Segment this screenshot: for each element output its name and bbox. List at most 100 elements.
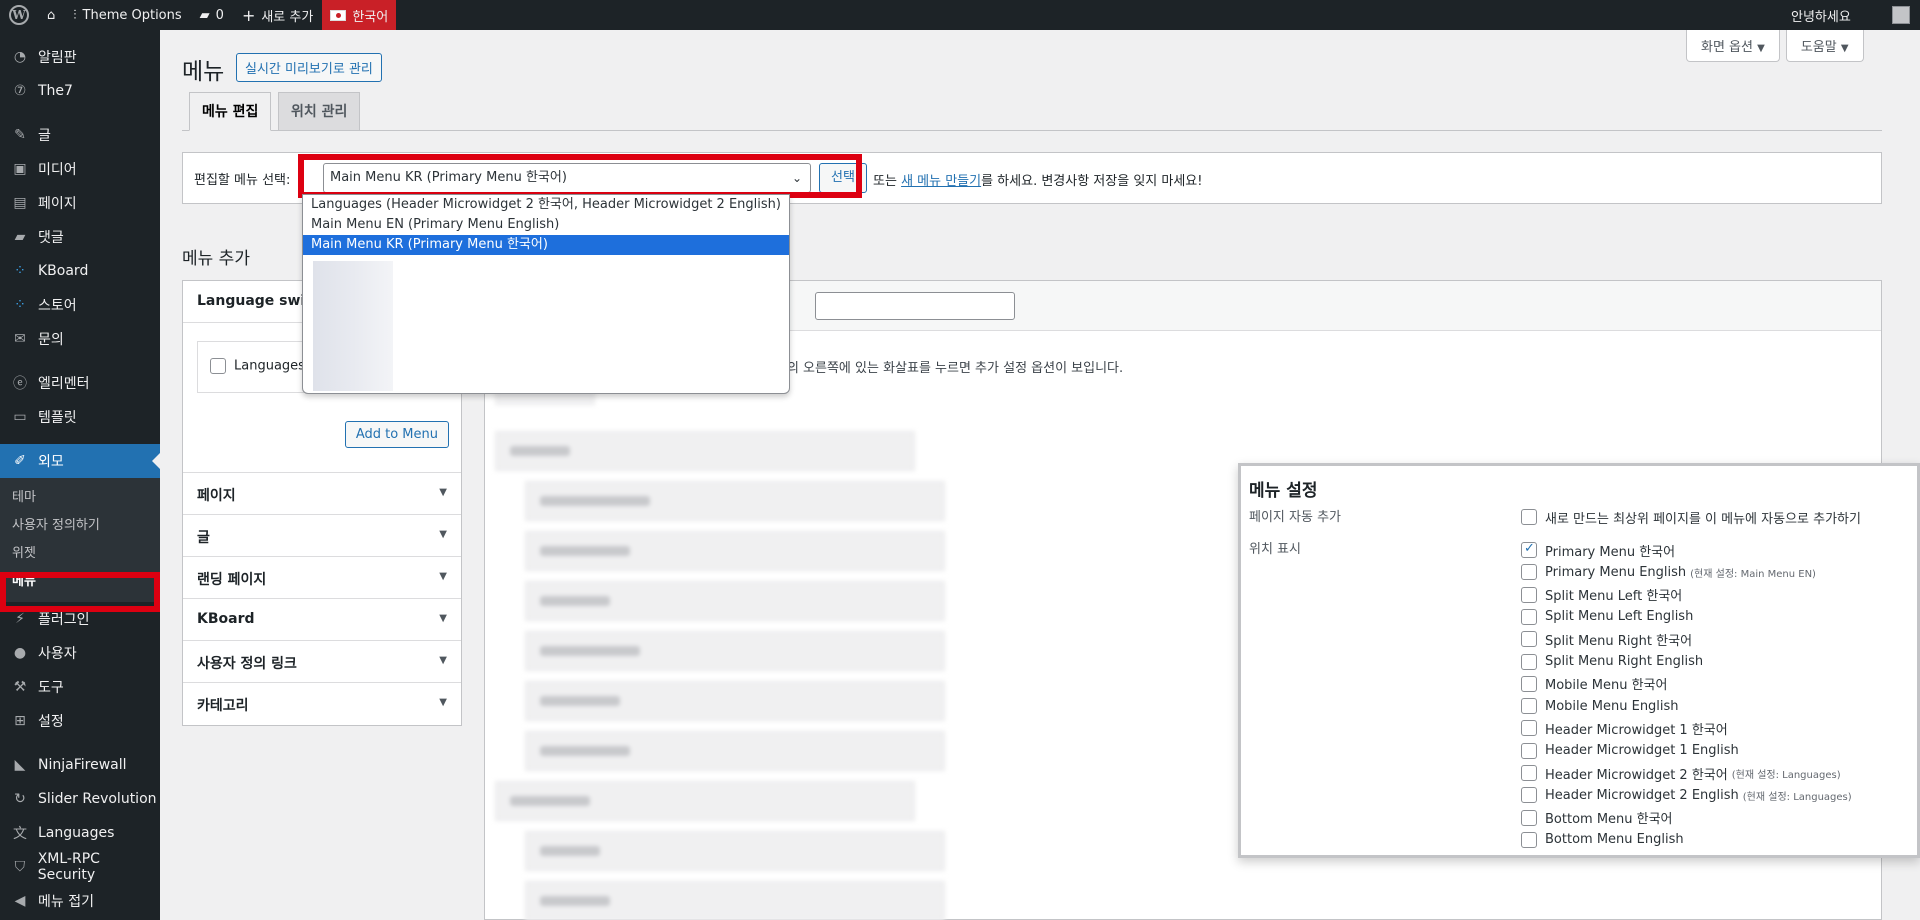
location-option[interactable]: Header Microwidget 2 한국어 (현재 설정: Language… <box>1521 762 1841 784</box>
checkbox[interactable] <box>1521 675 1537 692</box>
tab-manage-locations[interactable]: 위치 관리 <box>278 92 361 131</box>
dropdown-option-main-menu-kr[interactable]: Main Menu KR (Primary Menu 한국어) <box>303 235 789 255</box>
sidebar-item-tools[interactable]: ⚒ 도구 <box>0 670 160 704</box>
greeting-text[interactable]: 안녕하세요 <box>1791 6 1851 25</box>
menu-item-row[interactable] <box>525 731 945 771</box>
menu-item-row[interactable] <box>525 881 945 920</box>
sidebar-item-comments[interactable]: ▰ 댓글 <box>0 220 160 254</box>
screen-options-button[interactable]: 화면 옵션 ▼ <box>1686 30 1780 62</box>
menu-item-row[interactable] <box>495 781 915 821</box>
live-preview-button[interactable]: 실시간 미리보기로 관리 <box>236 53 382 82</box>
submenu-themes[interactable]: 테마 <box>0 484 160 512</box>
home-button[interactable]: ⌂ <box>38 0 64 30</box>
location-option[interactable]: Mobile Menu 한국어 <box>1521 673 1667 695</box>
menu-select[interactable]: Main Menu KR (Primary Menu 한국어) ⌄ <box>323 163 811 193</box>
sidebar-item-plugins[interactable]: ⚡ 플러그인 <box>0 602 160 636</box>
location-option[interactable]: Bottom Menu English <box>1521 829 1684 851</box>
language-switcher[interactable]: 한국어 <box>322 0 397 30</box>
accordion-categories[interactable]: 카테고리 ▼ <box>183 683 461 725</box>
checkbox[interactable] <box>1521 809 1537 826</box>
sidebar-item-media[interactable]: ▣ 미디어 <box>0 152 160 186</box>
location-option[interactable]: Primary Menu 한국어 <box>1521 539 1675 561</box>
checkbox-checked[interactable] <box>1521 541 1537 558</box>
menu-item-row[interactable] <box>525 681 945 721</box>
accordion-kboard[interactable]: KBoard ▼ <box>183 599 461 641</box>
accordion-pages[interactable]: 페이지 ▼ <box>183 473 461 515</box>
location-option[interactable]: Split Menu Left 한국어 <box>1521 584 1682 606</box>
sidebar-item-store[interactable]: ⁘ 스토어 <box>0 288 160 322</box>
caret-down-icon: ▼ <box>439 529 447 540</box>
elementor-icon: ⓔ <box>13 376 27 392</box>
sidebar-item-posts[interactable]: ✎ 글 <box>0 118 160 152</box>
sidebar-item-slider-revolution[interactable]: ↻ Slider Revolution <box>0 782 160 816</box>
new-content-link[interactable]: + 새로 추가 <box>233 0 322 30</box>
accordion-custom-links[interactable]: 사용자 정의 링크 ▼ <box>183 641 461 683</box>
help-button[interactable]: 도움말 ▼ <box>1785 30 1864 62</box>
location-option[interactable]: Primary Menu English (현재 설정: Main Menu EN… <box>1521 561 1816 583</box>
checkbox[interactable] <box>1521 787 1537 804</box>
comments-link[interactable]: ▰ 0 <box>191 0 233 30</box>
caret-down-icon: ▼ <box>439 697 447 708</box>
comment-icon: ▰ <box>14 229 26 245</box>
checkbox[interactable] <box>1521 720 1537 737</box>
dropdown-option-languages[interactable]: Languages (Header Microwidget 2 한국어, Hea… <box>303 195 789 215</box>
location-option[interactable]: Split Menu Left English <box>1521 606 1693 628</box>
redacted-options <box>313 365 393 391</box>
menu-item-row[interactable] <box>525 581 945 621</box>
checkbox[interactable] <box>1521 653 1537 670</box>
menu-item-row[interactable] <box>525 531 945 571</box>
sidebar-item-appearance[interactable]: ✐ 외모 <box>0 444 160 478</box>
menu-item-row[interactable] <box>525 481 945 521</box>
sidebar-item-users[interactable]: ● 사용자 <box>0 636 160 670</box>
sidebar-item-ninjafirewall[interactable]: ◣ NinjaFirewall <box>0 748 160 782</box>
location-option[interactable]: Split Menu Right English <box>1521 651 1703 673</box>
add-to-menu-button[interactable]: Add to Menu <box>344 421 449 448</box>
location-option[interactable]: Header Microwidget 1 English <box>1521 740 1739 762</box>
menu-name-input[interactable] <box>815 292 1015 320</box>
sidebar-collapse-menu[interactable]: ◀ 메뉴 접기 <box>0 884 160 918</box>
checkbox[interactable] <box>1521 742 1537 759</box>
sidebar-item-contact[interactable]: ✉ 문의 <box>0 322 160 356</box>
checkbox[interactable] <box>1521 564 1537 581</box>
languages-checkbox[interactable] <box>210 358 226 374</box>
sidebar-item-kboard[interactable]: ⁘ KBoard <box>0 254 160 288</box>
checkbox[interactable] <box>1521 586 1537 603</box>
location-option[interactable]: Header Microwidget 1 한국어 <box>1521 717 1728 739</box>
theme-options-link[interactable]: ⫶ Theme Options <box>64 0 190 30</box>
tab-edit-menus[interactable]: 메뉴 편집 <box>189 92 272 131</box>
submenu-customize[interactable]: 사용자 정의하기 <box>0 512 160 540</box>
checkbox[interactable] <box>1521 608 1537 625</box>
dropdown-option-main-menu-en[interactable]: Main Menu EN (Primary Menu English) <box>303 215 789 235</box>
sidebar-item-the7[interactable]: ⑦ The7 <box>0 74 160 108</box>
sidebar-item-pages[interactable]: ▤ 페이지 <box>0 186 160 220</box>
checkbox[interactable] <box>1521 831 1537 848</box>
menu-item-row[interactable] <box>525 631 945 671</box>
sidebar-item-languages[interactable]: 文 Languages <box>0 816 160 850</box>
accordion-posts[interactable]: 글 ▼ <box>183 515 461 557</box>
sidebar-item-dashboard[interactable]: ◔ 알림판 <box>0 40 160 74</box>
auto-add-checkbox[interactable] <box>1521 509 1537 525</box>
location-option[interactable]: Header Microwidget 2 English (현재 설정: Lang… <box>1521 784 1852 806</box>
checkbox[interactable] <box>1521 698 1537 715</box>
checkbox[interactable] <box>1521 765 1537 781</box>
folder-icon: ▭ <box>13 409 27 425</box>
checkbox[interactable] <box>1521 631 1537 648</box>
create-new-menu-link[interactable]: 새 메뉴 만들기 <box>901 174 981 189</box>
korea-flag-icon <box>330 9 347 21</box>
submenu-widgets[interactable]: 위젯 <box>0 540 160 568</box>
sidebar-item-settings[interactable]: ⊞ 설정 <box>0 704 160 738</box>
wp-logo-button[interactable]: W <box>0 0 38 30</box>
sidebar-item-templates[interactable]: ▭ 템플릿 <box>0 400 160 434</box>
menu-item-row[interactable] <box>525 831 945 871</box>
auto-add-pages-option[interactable]: 새로 만드는 최상위 페이지를 이 메뉴에 자동으로 추가하기 <box>1521 506 1861 528</box>
location-option[interactable]: Split Menu Right 한국어 <box>1521 628 1692 650</box>
sidebar-item-xmlrpc-security[interactable]: ⛉ XML-RPC Security <box>0 850 160 884</box>
avatar[interactable] <box>1892 6 1910 24</box>
location-option[interactable]: Mobile Menu English <box>1521 695 1679 717</box>
location-option[interactable]: Bottom Menu 한국어 <box>1521 807 1673 829</box>
submenu-menus[interactable]: 메뉴 <box>0 568 160 596</box>
menu-item-row[interactable] <box>495 431 915 471</box>
accordion-landing-pages[interactable]: 랜딩 페이지 ▼ <box>183 557 461 599</box>
sidebar-item-elementor[interactable]: ⓔ 엘리멘터 <box>0 366 160 400</box>
select-menu-button[interactable]: 선택 <box>819 163 867 193</box>
